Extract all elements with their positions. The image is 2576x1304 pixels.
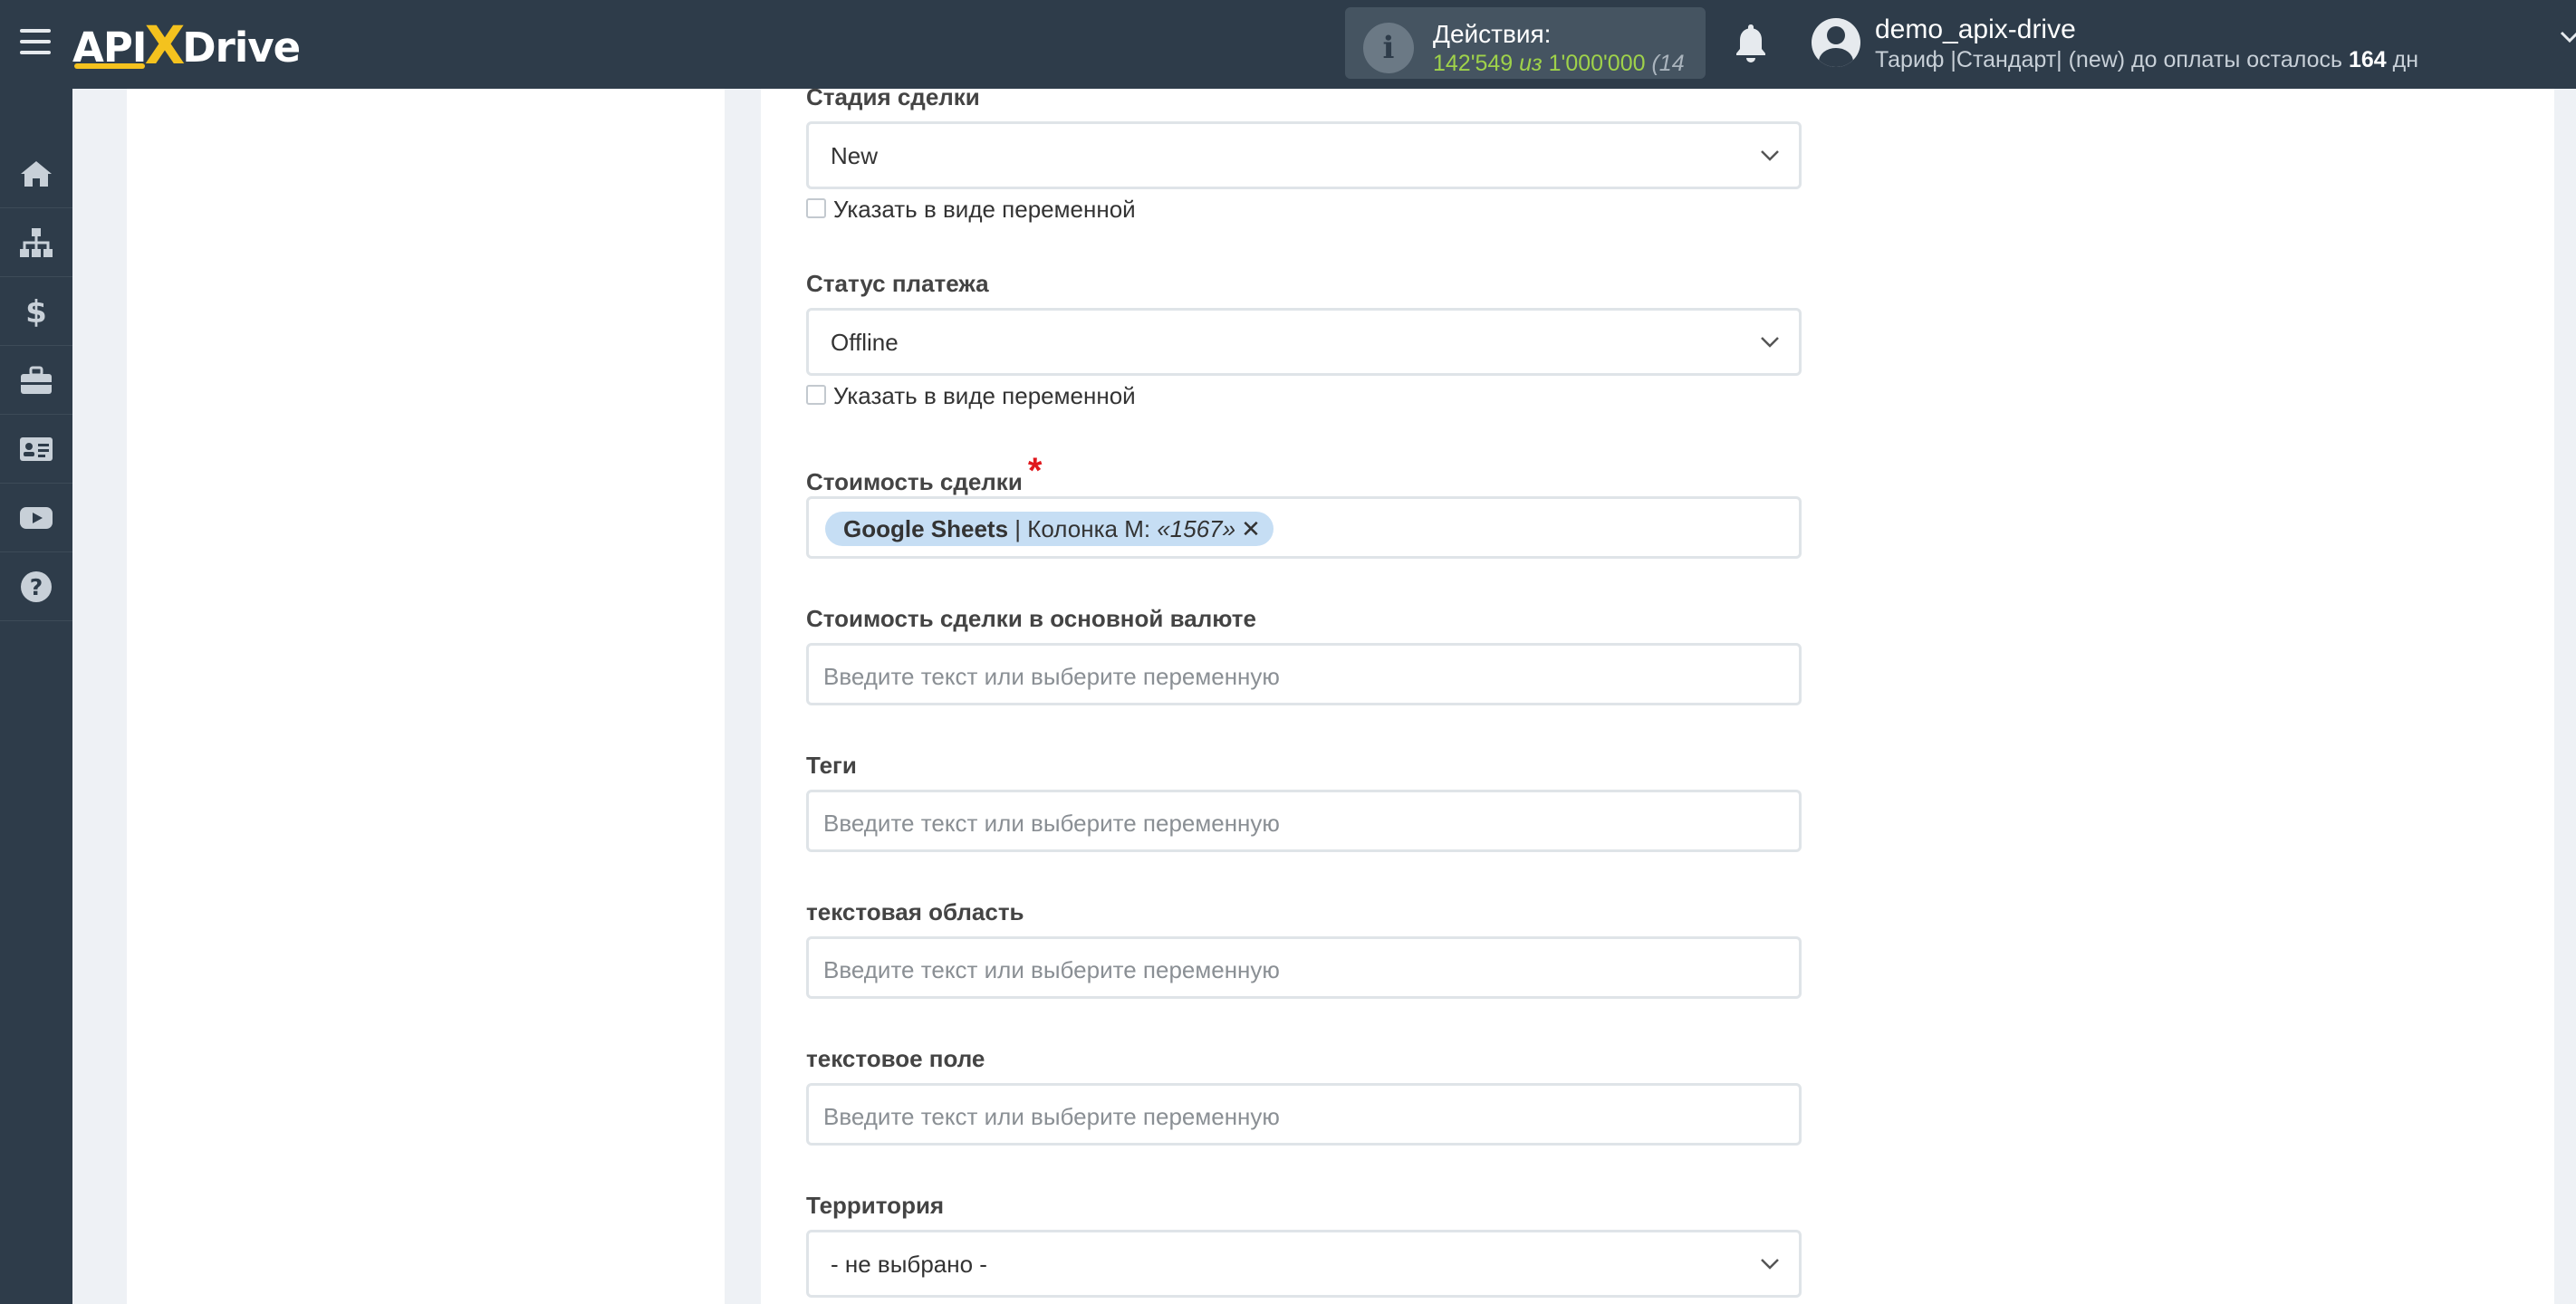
actions-count: 142'549 из 1'000'000 (14 xyxy=(1433,51,1685,76)
deal-stage-select[interactable]: New xyxy=(806,121,1802,189)
briefcase-icon xyxy=(21,366,52,394)
sidebar-item-profile[interactable] xyxy=(0,415,72,484)
youtube-icon xyxy=(20,506,53,529)
deal-cost-label: Стоимость сделки * xyxy=(806,451,1043,495)
deal-stage-variable-checkbox[interactable]: Указать в виде переменной xyxy=(806,196,1136,223)
sitemap-icon xyxy=(20,227,53,257)
territory-select[interactable]: - не выбрано - xyxy=(806,1230,1802,1298)
deal-stage-label: Стадия сделки xyxy=(806,83,980,110)
deal-stage-value: New xyxy=(831,142,879,169)
territory-value: - не выбрано - xyxy=(831,1251,987,1278)
info-icon: i xyxy=(1363,23,1414,73)
deal-cost-base-label: Стоимость сделки в основной валюте xyxy=(806,605,1256,632)
placeholder: Введите текст или выберите переменную xyxy=(823,810,1280,837)
placeholder: Введите текст или выберите переменную xyxy=(823,663,1280,690)
payment-status-variable-checkbox[interactable]: Указать в виде переменной xyxy=(806,382,1136,409)
tags-input[interactable]: Введите текст или выберите переменную xyxy=(806,790,1802,852)
chevron-down-icon xyxy=(1761,337,1779,348)
tags-label: Теги xyxy=(806,752,857,779)
text-field-input[interactable]: Введите текст или выберите переменную xyxy=(806,1083,1802,1146)
actions-label: Действия: xyxy=(1433,20,1552,48)
svg-text:$: $ xyxy=(25,294,47,330)
apix-drive-logo[interactable]: APIXDrive xyxy=(72,16,301,72)
remove-tag-icon[interactable]: ✕ xyxy=(1241,515,1261,542)
checkbox[interactable] xyxy=(806,197,826,218)
id-card-icon xyxy=(20,436,53,461)
payment-status-select[interactable]: Offline xyxy=(806,308,1802,376)
menu-icon[interactable] xyxy=(20,29,51,54)
text-area-label: текстовая область xyxy=(806,898,1024,925)
placeholder: Введите текст или выберите переменную xyxy=(823,956,1280,983)
bell-icon[interactable] xyxy=(1733,22,1769,63)
checkbox[interactable] xyxy=(806,384,826,405)
help-icon: ? xyxy=(21,570,52,602)
deal-cost-base-input[interactable]: Введите текст или выберите переменную xyxy=(806,643,1802,705)
home-icon xyxy=(21,160,52,187)
payment-status-value: Offline xyxy=(831,329,899,356)
deal-cost-field[interactable]: Google Sheets | Колонка M: «1567» ✕ xyxy=(806,496,1802,559)
top-bar: APIXDrive i Действия: 142'549 из 1'000'0… xyxy=(0,0,2576,89)
actions-counter[interactable]: i Действия: 142'549 из 1'000'000 (14 xyxy=(1345,7,1706,79)
placeholder: Введите текст или выберите переменную xyxy=(823,1103,1280,1130)
dollar-icon: $ xyxy=(25,294,47,330)
sidebar-item-services[interactable] xyxy=(0,346,72,415)
svg-text:?: ? xyxy=(30,574,43,600)
text-field-label: текстовое поле xyxy=(806,1045,985,1072)
required-mark: * xyxy=(1027,451,1043,491)
sidebar-item-home[interactable] xyxy=(0,139,72,208)
tariff-info: Тариф |Стандарт| (new) до оплаты осталос… xyxy=(1875,47,2419,72)
chevron-down-icon[interactable] xyxy=(2560,27,2576,47)
territory-label: Территория xyxy=(806,1192,945,1219)
sidebar: $ ? xyxy=(0,89,72,1304)
chevron-down-icon xyxy=(1761,150,1779,161)
sidebar-item-help[interactable]: ? xyxy=(0,552,72,621)
avatar[interactable] xyxy=(1812,18,1860,67)
left-panel xyxy=(127,89,725,1304)
sidebar-item-video[interactable] xyxy=(0,484,72,552)
variable-tag[interactable]: Google Sheets | Колонка M: «1567» ✕ xyxy=(825,512,1274,546)
sidebar-item-billing[interactable]: $ xyxy=(0,277,72,346)
text-area-input[interactable]: Введите текст или выберите переменную xyxy=(806,936,1802,999)
sidebar-item-connections[interactable] xyxy=(0,208,72,277)
chevron-down-icon xyxy=(1761,1259,1779,1270)
payment-status-label: Статус платежа xyxy=(806,270,989,297)
username[interactable]: demo_apix-drive xyxy=(1875,14,2076,45)
